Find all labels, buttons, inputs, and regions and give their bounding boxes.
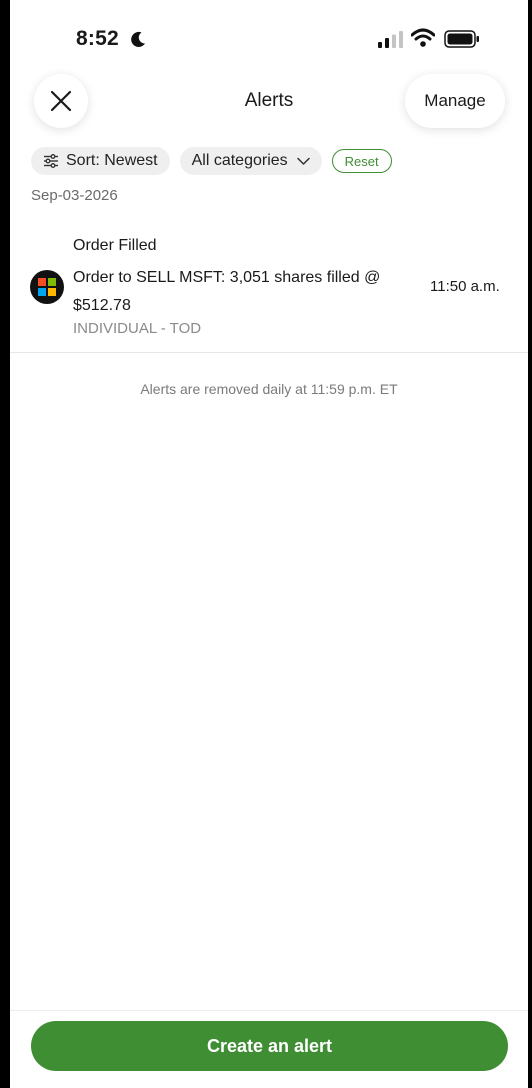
alert-time: 11:50 a.m.	[430, 278, 500, 295]
battery-icon	[444, 30, 479, 48]
sliders-icon	[44, 154, 58, 168]
status-bar: 8:52	[10, 0, 528, 70]
wifi-icon	[411, 28, 435, 47]
alert-message: Order to SELL MSFT: 3,051 shares filled …	[73, 269, 381, 314]
microsoft-logo-icon	[30, 270, 64, 304]
alert-item[interactable]: Order Filled Order to SELL MSFT: 3,051 s…	[10, 224, 528, 353]
date-header: Sep-03-2026	[31, 187, 118, 204]
moon-icon	[131, 31, 145, 47]
alert-account: INDIVIDUAL - TOD	[73, 320, 202, 337]
bottom-action-bar: Create an alert	[10, 1010, 528, 1088]
signal-icon	[378, 31, 403, 48]
retention-note: Alerts are removed daily at 11:59 p.m. E…	[140, 381, 398, 397]
chevron-down-icon	[296, 157, 310, 165]
phone-screen: 8:52 Alerts Manage Sort: Newest All cate…	[10, 0, 528, 1088]
category-chip[interactable]: All categories	[179, 147, 322, 175]
category-label: All categories	[191, 152, 288, 169]
sort-chip[interactable]: Sort: Newest	[31, 147, 170, 175]
filter-row: Sort: Newest All categories Reset	[31, 147, 392, 175]
alert-title: Order Filled	[73, 237, 157, 254]
sort-label: Sort: Newest	[66, 152, 158, 169]
create-alert-button[interactable]: Create an alert	[31, 1021, 508, 1071]
manage-button[interactable]: Manage	[405, 74, 505, 128]
status-time: 8:52	[76, 27, 119, 50]
reset-button[interactable]: Reset	[331, 149, 392, 173]
